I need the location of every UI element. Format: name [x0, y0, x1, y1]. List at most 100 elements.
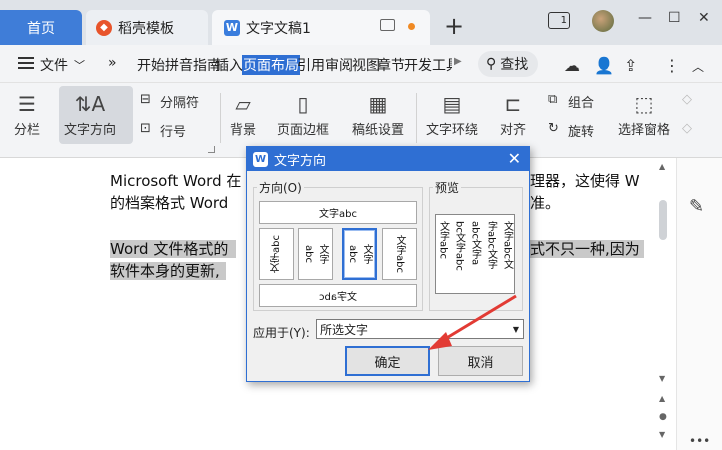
dialog-title-bar: W 文字方向 ✕	[247, 147, 529, 171]
scroll-right-icon[interactable]: ▶	[454, 56, 462, 67]
layer-down-icon[interactable]: ◇	[682, 121, 692, 136]
rotate-button[interactable]: 旋转	[568, 121, 594, 140]
apply-to-select[interactable]: 所选文字 ▼	[316, 319, 524, 339]
share-icon[interactable]: ⇪	[624, 56, 637, 75]
cloud-sync-icon[interactable]: ☁	[564, 56, 580, 75]
monitor-icon[interactable]	[380, 19, 395, 31]
text-wrap-button[interactable]: ▤ 文字环绕	[426, 89, 478, 138]
preview-box: 文字abc文 字abc文字 abc文字a bc文字abc 文字abc	[435, 214, 515, 294]
grid-paper-button[interactable]: ▦ 稿纸设置	[352, 89, 404, 138]
grid-paper-icon: ▦	[368, 92, 388, 116]
tab-docer-templates[interactable]: ◆ 稻壳模板	[86, 10, 208, 45]
doc-line-1a: Microsoft Word 在	[110, 172, 242, 190]
avatar[interactable]	[592, 10, 614, 32]
separator-button[interactable]: 分隔符	[160, 92, 199, 111]
align-button[interactable]: ⊏ 对齐	[500, 89, 526, 138]
option-horizontal-rotated-text: 文字abc	[319, 292, 357, 303]
preview-label: 预览	[433, 179, 462, 196]
menu-insert[interactable]: 插入	[215, 55, 243, 75]
option-text: 文字abc	[394, 235, 405, 273]
ok-button-label: 确定	[374, 355, 401, 371]
collapse-ribbon-icon[interactable]: ︿	[692, 58, 704, 75]
more-options-icon[interactable]: ⋮	[664, 56, 680, 75]
ok-button[interactable]: 确定	[345, 346, 430, 376]
text-direction-dialog: W 文字方向 ✕ 方向(O) 文字abc 文字abc abc 文字 abc 文字…	[246, 146, 530, 382]
tab-home[interactable]: 首页	[0, 10, 82, 45]
next-page-icon[interactable]: ▼	[659, 430, 665, 439]
close-icon[interactable]: ✕	[508, 149, 521, 168]
page-border-label: 页面边框	[277, 123, 330, 138]
menu-chapter[interactable]: 章节	[377, 55, 405, 75]
selection-pane-label: 选择窗格	[618, 123, 671, 138]
new-tab-button[interactable]: +	[444, 14, 464, 38]
scroll-thumb[interactable]	[659, 200, 667, 240]
separator-icon: ⊟	[140, 92, 151, 107]
option-vertical-rotated-right[interactable]: 文字abc	[382, 228, 417, 280]
right-task-pane: ✎ •••	[676, 158, 722, 450]
doc-line-1b: 理器，这使得 W	[530, 172, 640, 190]
add-user-icon[interactable]: 👤	[594, 56, 614, 75]
minimize-icon[interactable]: —	[638, 10, 652, 26]
more-menus-icon[interactable]: »	[108, 55, 117, 71]
menu-pinyin[interactable]: 拼音指南	[165, 55, 221, 75]
line-number-icon: ⊡	[140, 121, 151, 136]
chevron-down-icon[interactable]: ﹀	[74, 57, 85, 73]
menu-start[interactable]: 开始	[137, 55, 165, 75]
columns-label: 分栏	[14, 123, 41, 138]
background-label: 背景	[230, 123, 257, 138]
option-vertical-rotated-left[interactable]: 文字abc	[259, 228, 294, 280]
scroll-down-icon[interactable]: ▼	[659, 374, 665, 383]
preview-text-col: 文字abc文	[501, 221, 513, 269]
divider	[416, 93, 417, 143]
selection-pane-icon: ⬚	[634, 92, 654, 116]
option-vertical-stacked[interactable]: abc 文字	[298, 228, 333, 280]
tab-document[interactable]: W 文字文稿1	[212, 10, 430, 45]
pencil-icon[interactable]: ✎	[689, 196, 704, 217]
preview-text-col: bc文字abc	[453, 221, 465, 271]
dropdown-arrow-icon: ▼	[512, 325, 519, 334]
option-text: 文字	[361, 244, 372, 264]
columns-button[interactable]: ☰ 分栏	[14, 89, 40, 138]
doc-line-4a: 软件本身的更新,	[110, 260, 226, 282]
hamburger-icon[interactable]	[18, 57, 34, 69]
background-button[interactable]: ▱ 背景	[230, 89, 256, 138]
option-text: 文字abc	[271, 235, 282, 273]
menu-developer[interactable]: 开发工具	[404, 55, 452, 75]
menu-references[interactable]: 引用	[297, 55, 325, 75]
line-number-button[interactable]: 行号	[160, 121, 186, 140]
selected-text: 式不只一种,因为	[530, 240, 644, 258]
cancel-button[interactable]: 取消	[438, 346, 523, 376]
menu-file[interactable]: 文件	[40, 55, 68, 75]
option-horizontal-rotated[interactable]: 文字abc	[259, 284, 417, 307]
page-border-button[interactable]: ▯ 页面边框	[277, 89, 329, 138]
tab-document-label: 文字文稿1	[246, 20, 311, 37]
direction-label: 方向(O)	[257, 179, 304, 196]
more-dots-icon[interactable]: •••	[689, 434, 710, 448]
page-border-icon: ▯	[297, 92, 309, 116]
close-window-icon[interactable]: ✕	[698, 10, 710, 26]
page-count-icon[interactable]: 1	[548, 12, 570, 29]
background-icon: ▱	[235, 92, 251, 116]
select-browse-icon[interactable]: ●	[659, 412, 667, 422]
rotate-icon: ↻	[548, 121, 559, 136]
text-direction-icon: ⇅A	[74, 92, 106, 116]
search-box[interactable]: ⚲ 查找	[478, 51, 538, 77]
option-horizontal[interactable]: 文字abc	[259, 201, 417, 224]
option-vertical-right-to-left[interactable]: abc 文字	[342, 228, 377, 280]
selection-pane-button[interactable]: ⬚ 选择窗格	[618, 89, 670, 138]
menu-review[interactable]: 审阅	[325, 55, 353, 75]
prev-page-icon[interactable]: ▲	[659, 394, 665, 403]
preview-text-col: 文字abc	[437, 221, 449, 259]
text-direction-button[interactable]: ⇅A 文字方向	[64, 89, 116, 138]
text-direction-label: 文字方向	[64, 123, 117, 138]
group-button[interactable]: 组合	[568, 92, 594, 111]
maximize-icon[interactable]: ☐	[668, 10, 681, 26]
menu-page-layout[interactable]: 页面布局	[242, 55, 300, 75]
layer-up-icon[interactable]: ◇	[682, 92, 692, 107]
dialog-launcher-icon[interactable]	[208, 146, 215, 153]
menu-view[interactable]: 视图	[352, 55, 380, 75]
option-horizontal-text: 文字abc	[319, 209, 357, 220]
scroll-up-icon[interactable]: ▲	[659, 162, 665, 171]
apply-to-value: 所选文字	[320, 322, 369, 337]
title-bar: 首页 ◆ 稻壳模板 W 文字文稿1 + 1 — ☐ ✕	[0, 0, 722, 45]
